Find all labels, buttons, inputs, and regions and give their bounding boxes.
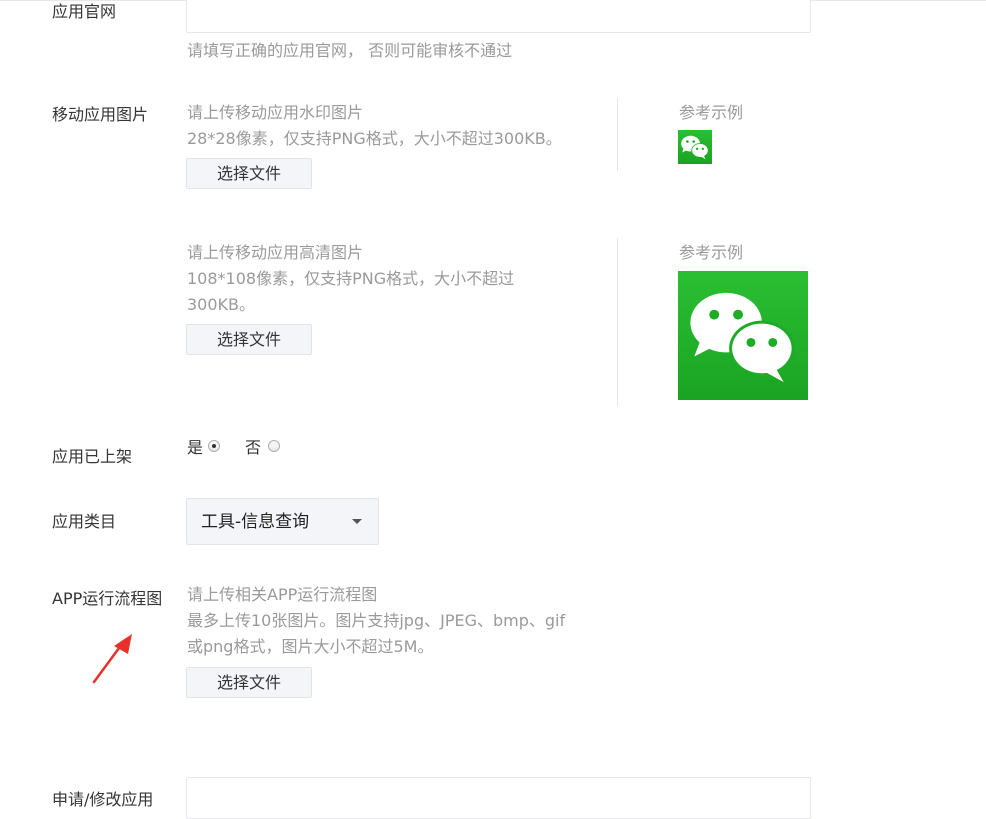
watermark-divider	[617, 98, 618, 171]
category-label: 应用类目	[52, 512, 117, 531]
hd-choose-file-button[interactable]: 选择文件	[186, 324, 312, 355]
watermark-hint-title: 请上传移动应用水印图片	[187, 103, 364, 122]
watermark-hint-spec: 28*28像素，仅支持PNG格式，大小不超过300KB。	[187, 129, 562, 148]
watermark-choose-file-button[interactable]: 选择文件	[186, 158, 312, 189]
apply-input[interactable]	[186, 777, 811, 819]
annotation-arrow-icon	[92, 634, 132, 684]
caret-down-icon	[352, 519, 362, 524]
website-input[interactable]	[186, 0, 811, 33]
listed-yes-label: 是	[187, 438, 204, 457]
listed-no-radio[interactable]	[268, 440, 280, 452]
listed-yes-radio[interactable]	[208, 440, 220, 452]
flowchart-label: APP运行流程图	[52, 589, 163, 608]
wechat-large-icon	[678, 271, 808, 400]
mobile-images-label: 移动应用图片	[52, 105, 149, 124]
hd-hint-title: 请上传移动应用高清图片	[187, 243, 364, 262]
hd-divider	[617, 238, 618, 406]
flowchart-hint-spec-2: 或png格式，图片大小不超过5M。	[187, 637, 434, 656]
website-label: 应用官网	[52, 2, 117, 21]
hd-ref-label: 参考示例	[679, 243, 744, 262]
apply-label: 申请/修改应用	[52, 790, 154, 809]
listed-no-label: 否	[245, 438, 262, 457]
category-select[interactable]: 工具-信息查询	[186, 498, 379, 545]
flowchart-hint-title: 请上传相关APP运行流程图	[187, 585, 378, 604]
listed-label: 应用已上架	[52, 447, 133, 466]
hd-hint-spec-1: 108*108像素，仅支持PNG格式，大小不超过	[187, 269, 515, 288]
category-select-value: 工具-信息查询	[201, 512, 310, 532]
flowchart-hint-spec-1: 最多上传10张图片。图片支持jpg、JPEG、bmp、gif	[187, 611, 566, 630]
hd-hint-spec-2: 300KB。	[187, 295, 256, 314]
website-hint: 请填写正确的应用官网， 否则可能审核不通过	[187, 41, 513, 60]
watermark-ref-label: 参考示例	[679, 103, 744, 122]
flowchart-choose-file-button[interactable]: 选择文件	[186, 667, 312, 698]
wechat-small-icon	[678, 130, 712, 164]
